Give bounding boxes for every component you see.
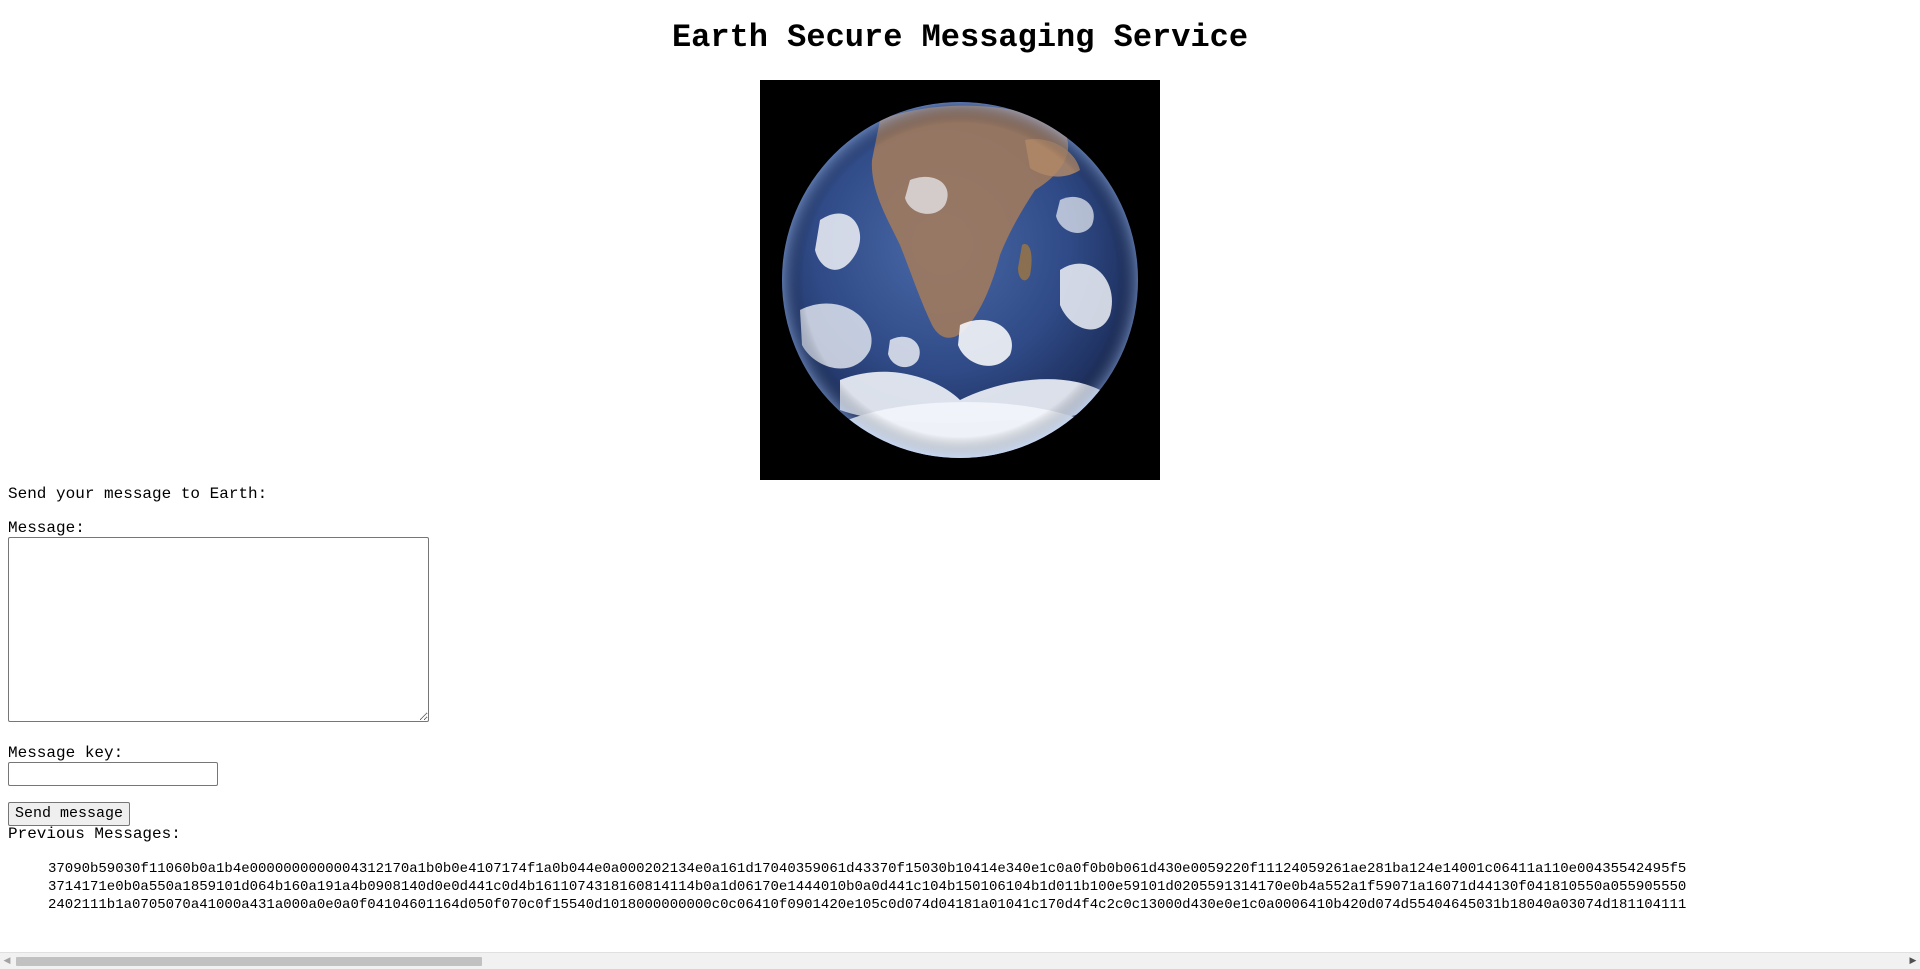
message-key-label: Message key: (8, 744, 124, 762)
scroll-left-arrow-icon[interactable]: ◀ (2, 956, 12, 966)
earth-image (760, 80, 1160, 480)
message-textarea[interactable] (8, 537, 429, 722)
message-list-item: 37090b59030f11060b0a1b4e0000000000004312… (48, 860, 1920, 878)
send-message-button[interactable]: Send message (8, 802, 131, 826)
page-title: Earth Secure Messaging Service (671, 19, 1249, 56)
page: Earth Secure Messaging Service Send your… (0, 0, 1920, 969)
message-label: Message: (8, 519, 85, 537)
message-list-item: 3714171e0b0a550a1859101d064b160a191a4b09… (48, 878, 1920, 896)
previous-messages-label: Previous Messages: (8, 825, 181, 843)
horizontal-scrollbar[interactable]: ◀ ▶ (0, 952, 1920, 969)
message-list-item: 2402111b1a0705070a41000a431a000a0e0a0f04… (48, 896, 1920, 914)
send-message-heading: Send your message to Earth: (8, 485, 268, 503)
scrollbar-thumb[interactable] (16, 957, 482, 966)
previous-messages-list: 37090b59030f11060b0a1b4e0000000000004312… (8, 860, 1920, 914)
scroll-right-arrow-icon[interactable]: ▶ (1908, 956, 1918, 966)
message-key-input[interactable] (8, 762, 218, 786)
earth-globe-graphic (760, 80, 1160, 480)
